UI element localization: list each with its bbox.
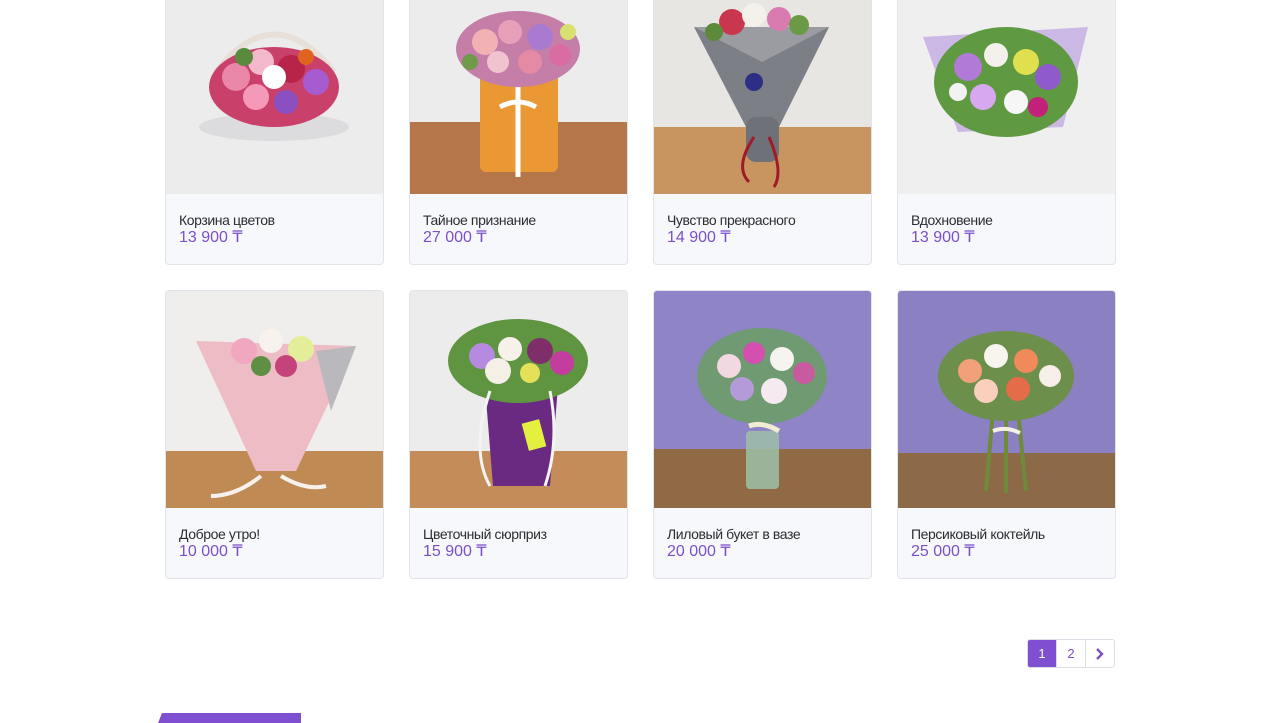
product-price: 13 900 ₸ [911, 229, 975, 246]
chevron-right-icon [1096, 647, 1104, 660]
product-price: 20 000 ₸ [667, 543, 731, 560]
page-1-button[interactable]: 1 [1028, 640, 1056, 667]
pagination: 1 2 [1027, 639, 1115, 668]
product-photo-pink-wrap-bouquet[interactable] [166, 291, 383, 508]
product-card[interactable]: Корзина цветов 13 900 ₸ [165, 0, 384, 265]
product-photo-hatbox-bouquet[interactable] [410, 0, 627, 194]
product-name[interactable]: Корзина цветов [179, 211, 370, 229]
product-name[interactable]: Персиковый коктейль [911, 525, 1102, 543]
product-name[interactable]: Лиловый букет в вазе [667, 525, 858, 543]
product-price: 10 000 ₸ [179, 543, 243, 560]
product-card[interactable]: Персиковый коктейль 25 000 ₸ [897, 290, 1116, 579]
product-name[interactable]: Чувство прекрасного [667, 211, 858, 229]
product-name[interactable]: Тайное признание [423, 211, 614, 229]
product-card[interactable]: Тайное признание 27 000 ₸ [409, 0, 628, 265]
footer-accent-tab [158, 713, 301, 723]
product-card[interactable]: Цветочный сюрприз 15 900 ₸ [409, 290, 628, 579]
product-photo-gray-wrap-bouquet[interactable] [654, 0, 871, 194]
product-price: 25 000 ₸ [911, 543, 975, 560]
product-price: 27 000 ₸ [423, 229, 487, 246]
page-2-button[interactable]: 2 [1056, 640, 1085, 667]
product-name[interactable]: Цветочный сюрприз [423, 525, 614, 543]
product-price: 13 900 ₸ [179, 229, 243, 246]
product-photo-purple-bag-bouquet[interactable] [410, 291, 627, 508]
product-photo-peach-bouquet[interactable] [898, 291, 1115, 508]
product-card[interactable]: Чувство прекрасного 14 900 ₸ [653, 0, 872, 265]
product-photo-lilac-wrap-bouquet[interactable] [898, 0, 1115, 194]
product-card[interactable]: Вдохновение 13 900 ₸ [897, 0, 1116, 265]
product-name[interactable]: Вдохновение [911, 211, 1102, 229]
product-card[interactable]: Доброе утро! 10 000 ₸ [165, 290, 384, 579]
product-card[interactable]: Лиловый букет в вазе 20 000 ₸ [653, 290, 872, 579]
product-photo-vase-bouquet[interactable] [654, 291, 871, 508]
product-price: 14 900 ₸ [667, 229, 731, 246]
next-page-button[interactable] [1085, 640, 1114, 667]
product-name[interactable]: Доброе утро! [179, 525, 370, 543]
product-photo-flower-basket[interactable] [166, 0, 383, 194]
product-price: 15 900 ₸ [423, 543, 487, 560]
